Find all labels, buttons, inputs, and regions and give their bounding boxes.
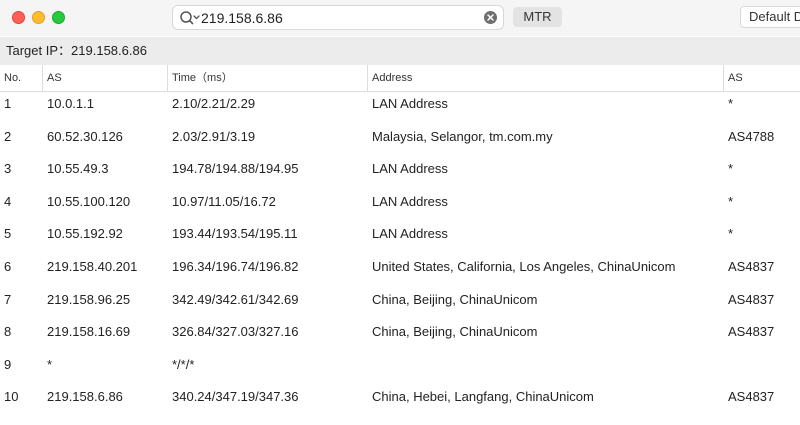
cell-time: 196.34/196.74/196.82: [172, 258, 299, 274]
column-header-as[interactable]: AS: [723, 65, 800, 92]
table-row[interactable]: 1 10.0.1.1 2.10/2.21/2.29 LAN Address *: [0, 92, 800, 125]
cell-time: */*/*: [172, 356, 195, 372]
cell-ip: *: [47, 356, 53, 372]
cell-ip: 219.158.40.201: [47, 258, 138, 274]
cell-time: 326.84/327.03/327.16: [172, 324, 299, 340]
zoom-window-button[interactable]: [52, 11, 65, 24]
cell-address: China, Hebei, Langfang, ChinaUnicom: [372, 389, 594, 405]
target-label: Target IP：: [6, 43, 72, 58]
search-input[interactable]: [201, 8, 471, 27]
table-row[interactable]: 10 219.158.6.86 340.24/347.19/347.36 China,…: [0, 385, 800, 418]
cell-address: [367, 353, 728, 386]
table-row[interactable]: 4 10.55.100.120 10.97/11.05/16.72 LAN Addre…: [0, 190, 800, 223]
column-header-ip[interactable]: AS: [42, 65, 167, 92]
table-row[interactable]: 3 10.55.49.3 194.78/194.88/194.95 LAN Addre…: [0, 157, 800, 190]
cell-address: United States, California, Los Angeles, …: [372, 258, 676, 274]
cell-as: *: [728, 96, 734, 111]
cell-as: AS4837: [728, 258, 775, 274]
cell-address: China, Beijing, ChinaUnicom: [372, 291, 538, 307]
cell-ip: 10.0.1.1: [47, 96, 94, 111]
cell-time: 2.10/2.21/2.29: [172, 96, 256, 111]
cell-as: *: [728, 161, 734, 177]
cell-address: LAN Address: [372, 226, 448, 242]
table-body: 1 10.0.1.1 2.10/2.21/2.29 LAN Address * 2 60.5…: [0, 92, 800, 418]
cell-no: 4: [4, 193, 12, 209]
clear-icon[interactable]: [484, 11, 497, 24]
cell-no: 8: [4, 324, 12, 340]
cell-no: 1: [4, 96, 12, 111]
search-box[interactable]: [172, 5, 504, 30]
target-bar: Target IP：219.158.6.86: [0, 37, 800, 65]
cell-no: 6: [4, 258, 12, 274]
mtr-button[interactable]: MTR: [513, 7, 562, 27]
cell-as: [723, 353, 800, 386]
search-icon[interactable]: [179, 9, 201, 27]
cell-address: LAN Address: [372, 193, 448, 209]
cell-time: 193.44/193.54/195.11: [172, 226, 298, 242]
cell-time: 342.49/342.61/342.69: [172, 291, 299, 307]
cell-address: China, Beijing, ChinaUnicom: [372, 324, 538, 340]
cell-ip: 219.158.96.25: [47, 291, 131, 307]
table-row[interactable]: 9 * */*/*: [0, 353, 800, 386]
table-header: No. AS Time（ms） Address AS: [0, 65, 800, 92]
cell-no: 5: [4, 226, 12, 242]
cell-time: 2.03/2.91/3.19: [172, 128, 256, 144]
cell-no: 2: [4, 128, 12, 144]
table-row[interactable]: 2 60.52.30.126 2.03/2.91/3.19 Malaysia, Sel…: [0, 125, 800, 158]
cell-time: 194.78/194.88/194.95: [172, 161, 299, 177]
cell-as: *: [728, 193, 734, 209]
table-row[interactable]: 5 10.55.192.92 193.44/193.54/195.11 LAN Add…: [0, 222, 800, 255]
cell-time: 10.97/11.05/16.72: [172, 193, 276, 209]
profile-select[interactable]: Default D: [740, 6, 800, 28]
column-header-address[interactable]: Address: [367, 65, 723, 92]
cell-ip: 60.52.30.126: [47, 128, 123, 144]
cell-ip: 219.158.6.86: [47, 389, 123, 405]
table-row[interactable]: 7 219.158.96.25 342.49/342.61/342.69 China,…: [0, 288, 800, 321]
cell-as: AS4837: [728, 291, 775, 307]
cell-no: 10: [4, 389, 19, 405]
cell-address: Malaysia, Selangor, tm.com.my: [372, 128, 553, 144]
cell-as: *: [728, 226, 734, 242]
toolbar: MTR Default D: [0, 0, 800, 36]
cell-as: AS4837: [728, 324, 775, 340]
table-row[interactable]: 6 219.158.40.201 196.34/196.74/196.82 Unite…: [0, 255, 800, 288]
cell-ip: 10.55.192.92: [47, 226, 123, 242]
app-window: MTR Default D Target IP：219.158.6.86 No.…: [0, 0, 800, 425]
cell-no: 3: [4, 161, 12, 177]
cell-as: AS4788: [728, 128, 775, 144]
target-value: 219.158.6.86: [71, 43, 147, 58]
close-window-button[interactable]: [12, 11, 25, 24]
cell-no: 9: [4, 356, 12, 372]
trace-table: No. AS Time（ms） Address AS 1 10.0.1.1 2.10…: [0, 65, 800, 418]
cell-ip: 219.158.16.69: [47, 324, 131, 340]
column-header-time[interactable]: Time（ms）: [167, 65, 367, 92]
cell-address: LAN Address: [372, 161, 448, 177]
cell-address: LAN Address: [372, 96, 448, 111]
table-row[interactable]: 8 219.158.16.69 326.84/327.03/327.16 China,…: [0, 320, 800, 353]
cell-as: AS4837: [728, 389, 775, 405]
cell-no: 7: [4, 291, 12, 307]
cell-ip: 10.55.100.120: [47, 193, 131, 209]
column-header-no[interactable]: No.: [0, 65, 42, 92]
minimize-window-button[interactable]: [32, 11, 45, 24]
cell-time: 340.24/347.19/347.36: [172, 389, 299, 405]
cell-ip: 10.55.49.3: [47, 161, 109, 177]
